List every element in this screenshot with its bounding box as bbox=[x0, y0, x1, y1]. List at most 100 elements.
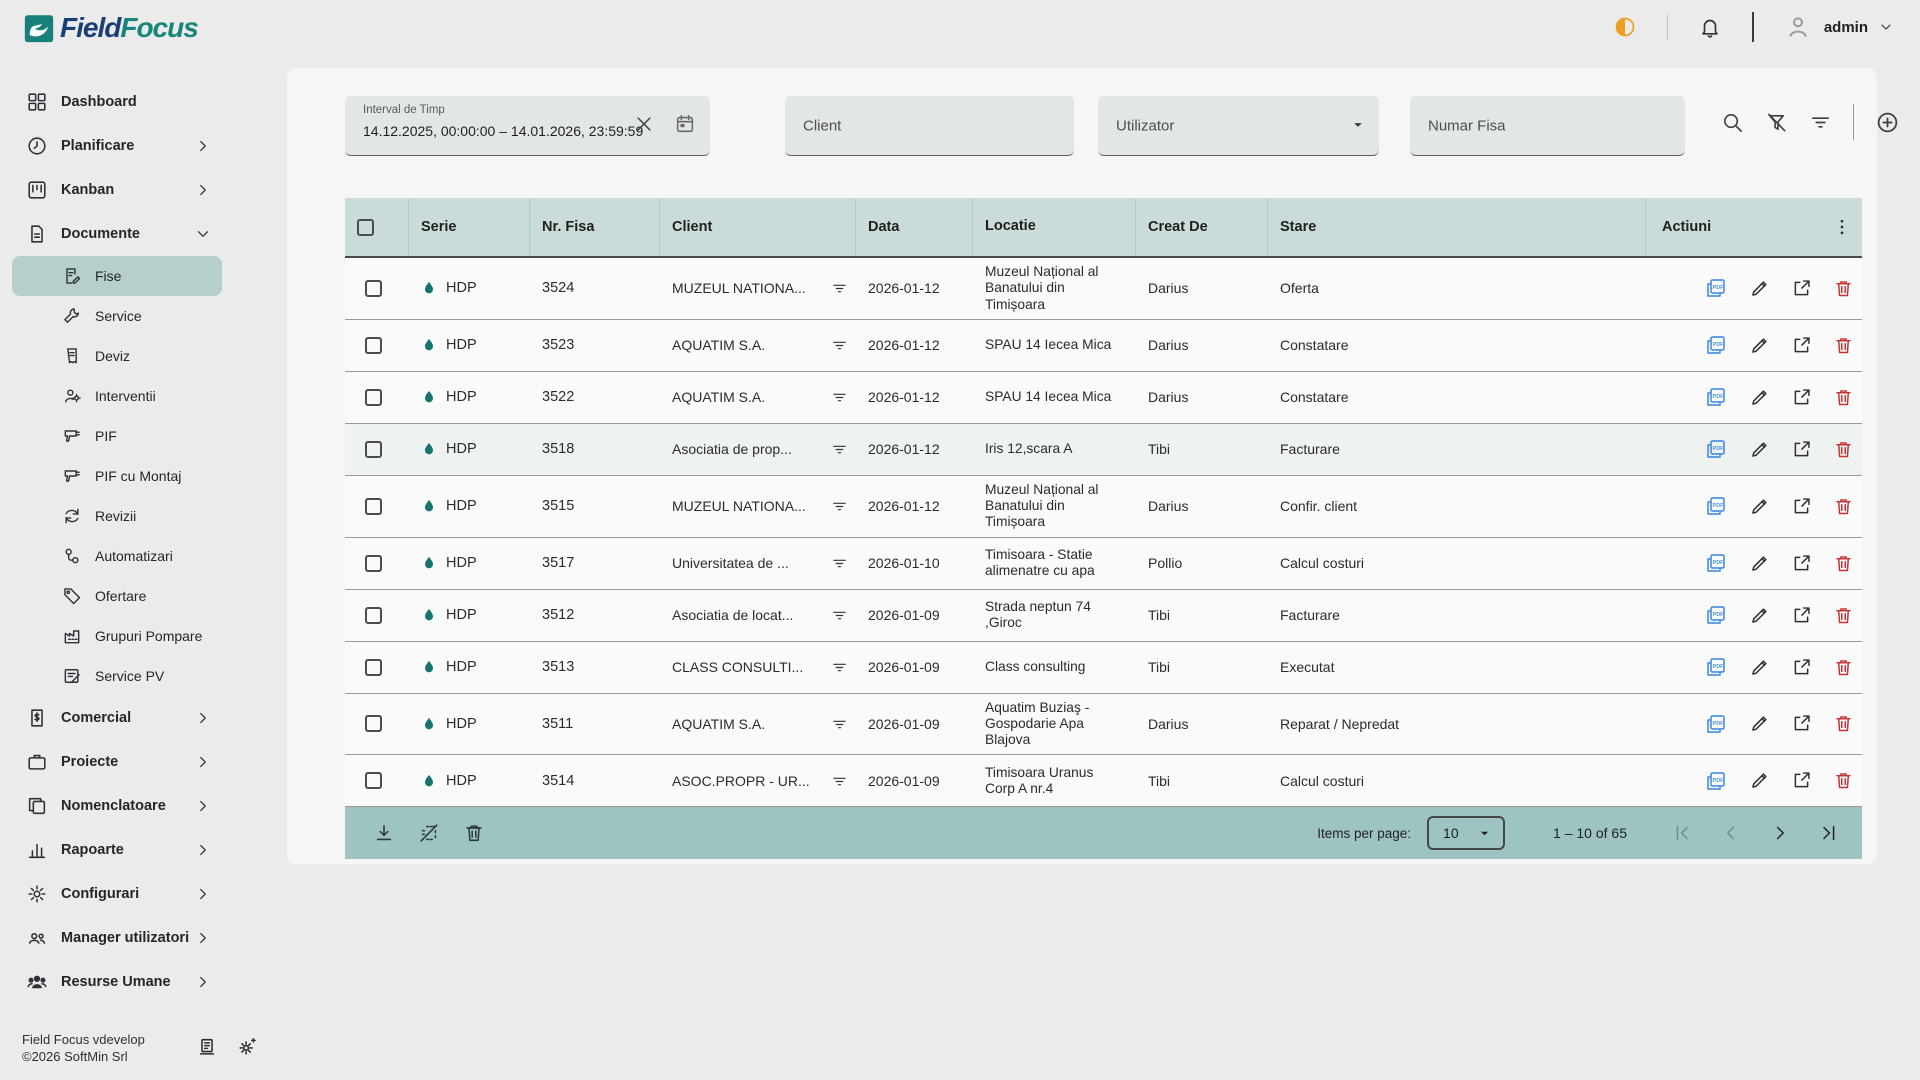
row-checkbox[interactable] bbox=[365, 659, 382, 676]
username[interactable]: admin bbox=[1824, 19, 1868, 36]
open-external-icon[interactable] bbox=[1791, 496, 1812, 517]
sidebar-item-dashboard[interactable]: Dashboard bbox=[12, 80, 222, 124]
edit-icon[interactable] bbox=[1749, 713, 1770, 734]
edit-icon[interactable] bbox=[1749, 335, 1770, 356]
edit-icon[interactable] bbox=[1749, 605, 1770, 626]
sidebar-item-rapoarte[interactable]: Rapoarte bbox=[12, 828, 222, 872]
delete-icon[interactable] bbox=[1833, 496, 1854, 517]
pdf-copy-icon[interactable]: PDF bbox=[1704, 712, 1728, 736]
edit-icon[interactable] bbox=[1749, 387, 1770, 408]
row-checkbox[interactable] bbox=[365, 441, 382, 458]
prev-page-icon[interactable] bbox=[1720, 822, 1742, 844]
pdf-copy-icon[interactable]: PDF bbox=[1704, 655, 1728, 679]
download-icon[interactable] bbox=[373, 822, 395, 844]
filter-menu-icon[interactable] bbox=[831, 607, 848, 624]
delete-icon[interactable] bbox=[1833, 657, 1854, 678]
dots-vertical-icon[interactable] bbox=[1832, 217, 1852, 237]
client-input[interactable]: Client bbox=[785, 96, 1074, 156]
sidebar-item-fise[interactable]: Fise bbox=[12, 256, 222, 296]
pdf-copy-icon[interactable]: PDF bbox=[1704, 494, 1728, 518]
delete-icon[interactable] bbox=[463, 822, 485, 844]
edit-icon[interactable] bbox=[1749, 439, 1770, 460]
row-checkbox[interactable] bbox=[365, 337, 382, 354]
delete-icon[interactable] bbox=[1833, 335, 1854, 356]
pdf-copy-icon[interactable]: PDF bbox=[1704, 333, 1728, 357]
filter-menu-icon[interactable] bbox=[831, 337, 848, 354]
open-external-icon[interactable] bbox=[1791, 335, 1812, 356]
sidebar-item-configurari[interactable]: Configurari bbox=[12, 872, 222, 916]
calendar-icon[interactable] bbox=[674, 113, 696, 135]
sidebar-item-service-pv[interactable]: Service PV bbox=[12, 656, 222, 696]
row-checkbox[interactable] bbox=[365, 389, 382, 406]
delete-icon[interactable] bbox=[1833, 770, 1854, 791]
numar-fisa-input[interactable]: Numar Fisa bbox=[1410, 96, 1685, 156]
delete-icon[interactable] bbox=[1833, 605, 1854, 626]
theme-toggle-icon[interactable] bbox=[1613, 15, 1637, 39]
edit-icon[interactable] bbox=[1749, 553, 1770, 574]
delete-icon[interactable] bbox=[1833, 439, 1854, 460]
open-external-icon[interactable] bbox=[1791, 278, 1812, 299]
last-page-icon[interactable] bbox=[1818, 822, 1840, 844]
sidebar-item-ofertare[interactable]: Ofertare bbox=[12, 576, 222, 616]
sidebar-item-manager-utilizatori[interactable]: Manager utilizatori bbox=[12, 916, 222, 960]
pdf-copy-icon[interactable]: PDF bbox=[1704, 385, 1728, 409]
open-external-icon[interactable] bbox=[1791, 657, 1812, 678]
sidebar-item-proiecte[interactable]: Proiecte bbox=[12, 740, 222, 784]
delete-icon[interactable] bbox=[1833, 278, 1854, 299]
utilizator-select[interactable]: Utilizator bbox=[1098, 96, 1379, 156]
filter-menu-icon[interactable] bbox=[831, 498, 848, 515]
filter-menu-icon[interactable] bbox=[831, 555, 848, 572]
delete-icon[interactable] bbox=[1833, 553, 1854, 574]
sidebar-item-kanban[interactable]: Kanban bbox=[12, 168, 222, 212]
row-checkbox[interactable] bbox=[365, 772, 382, 789]
pdf-copy-icon[interactable]: PDF bbox=[1704, 603, 1728, 627]
open-external-icon[interactable] bbox=[1791, 770, 1812, 791]
delete-icon[interactable] bbox=[1833, 387, 1854, 408]
deselect-icon[interactable] bbox=[418, 822, 440, 844]
delete-icon[interactable] bbox=[1833, 713, 1854, 734]
open-external-icon[interactable] bbox=[1791, 553, 1812, 574]
filter-menu-icon[interactable] bbox=[831, 280, 848, 297]
release-notes-icon[interactable] bbox=[196, 1036, 218, 1058]
pdf-copy-icon[interactable]: PDF bbox=[1704, 551, 1728, 575]
filter-menu-icon[interactable] bbox=[831, 773, 848, 790]
row-checkbox[interactable] bbox=[365, 607, 382, 624]
add-circle-icon[interactable] bbox=[1875, 110, 1900, 135]
open-external-icon[interactable] bbox=[1791, 713, 1812, 734]
edit-icon[interactable] bbox=[1749, 278, 1770, 299]
select-all-checkbox[interactable] bbox=[357, 219, 374, 236]
settings-sparkle-icon[interactable] bbox=[236, 1036, 258, 1058]
user-avatar-icon[interactable] bbox=[1784, 13, 1812, 41]
open-external-icon[interactable] bbox=[1791, 605, 1812, 626]
search-icon[interactable] bbox=[1721, 111, 1744, 134]
edit-icon[interactable] bbox=[1749, 657, 1770, 678]
sidebar-item-nomenclatoare[interactable]: Nomenclatoare bbox=[12, 784, 222, 828]
filter-menu-icon[interactable] bbox=[831, 389, 848, 406]
pdf-copy-icon[interactable]: PDF bbox=[1704, 276, 1728, 300]
pdf-copy-icon[interactable]: PDF bbox=[1704, 437, 1728, 461]
items-per-page-select[interactable]: 10 bbox=[1427, 816, 1505, 850]
sidebar-item-planificare[interactable]: Planificare bbox=[12, 124, 222, 168]
first-page-icon[interactable] bbox=[1671, 822, 1693, 844]
filter-off-icon[interactable] bbox=[1765, 111, 1788, 134]
sidebar-item-automatizari[interactable]: Automatizari bbox=[12, 536, 222, 576]
sidebar-item-resurse-umane[interactable]: Resurse Umane bbox=[12, 960, 222, 1004]
row-checkbox[interactable] bbox=[365, 498, 382, 515]
filter-menu-icon[interactable] bbox=[831, 441, 848, 458]
sidebar-item-grupuri-pompare[interactable]: Grupuri Pompare bbox=[12, 616, 222, 656]
row-checkbox[interactable] bbox=[365, 715, 382, 732]
bell-icon[interactable] bbox=[1698, 15, 1722, 39]
next-page-icon[interactable] bbox=[1769, 822, 1791, 844]
open-external-icon[interactable] bbox=[1791, 387, 1812, 408]
sidebar-item-deviz[interactable]: Deviz bbox=[12, 336, 222, 376]
pdf-copy-icon[interactable]: PDF bbox=[1704, 769, 1728, 793]
sidebar-item-revizii[interactable]: Revizii bbox=[12, 496, 222, 536]
edit-icon[interactable] bbox=[1749, 496, 1770, 517]
sidebar-item-pif[interactable]: PIF bbox=[12, 416, 222, 456]
sidebar-item-service[interactable]: Service bbox=[12, 296, 222, 336]
edit-icon[interactable] bbox=[1749, 770, 1770, 791]
sidebar-item-documente[interactable]: Documente bbox=[12, 212, 222, 256]
chevron-down-icon[interactable] bbox=[1878, 18, 1894, 36]
row-checkbox[interactable] bbox=[365, 555, 382, 572]
filter-menu-icon[interactable] bbox=[831, 659, 848, 676]
